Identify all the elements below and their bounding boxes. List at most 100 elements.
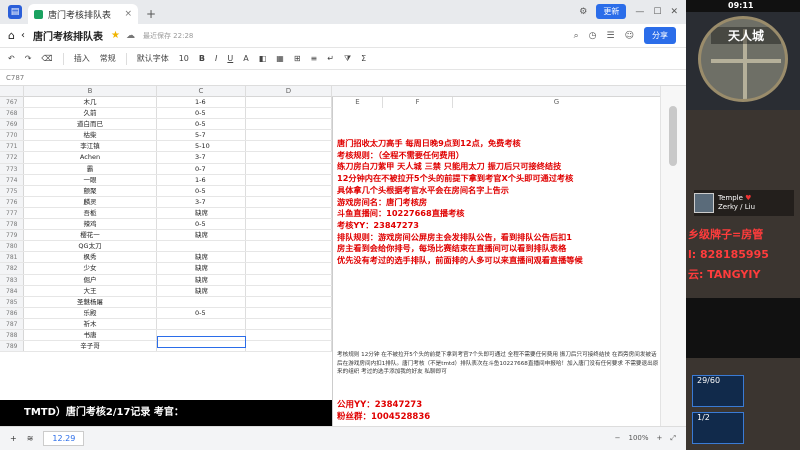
empty-cell[interactable] bbox=[246, 152, 332, 163]
empty-cell[interactable] bbox=[246, 241, 332, 252]
score-cell[interactable]: 缺席 bbox=[157, 285, 246, 296]
row-number[interactable]: 773 bbox=[0, 163, 24, 174]
number-format-select[interactable]: 常规 bbox=[100, 53, 116, 64]
empty-cell[interactable] bbox=[246, 285, 332, 296]
player-name-cell[interactable]: 道白而已 bbox=[24, 119, 157, 130]
player-name-cell[interactable]: 枫秀 bbox=[24, 252, 157, 263]
column-header-g[interactable]: G bbox=[453, 97, 661, 108]
italic-icon[interactable]: I bbox=[215, 54, 217, 63]
empty-cell[interactable] bbox=[246, 274, 332, 285]
score-cell[interactable] bbox=[157, 296, 246, 307]
row-number[interactable]: 787 bbox=[0, 318, 24, 329]
add-sheet-button[interactable]: + bbox=[10, 434, 17, 443]
search-icon[interactable]: ⌕ bbox=[574, 31, 579, 41]
sum-icon[interactable]: Σ bbox=[361, 54, 366, 63]
player-name-cell[interactable]: 书唐 bbox=[24, 329, 157, 341]
cell-reference[interactable]: C787 bbox=[6, 74, 24, 82]
row-number[interactable]: 777 bbox=[0, 207, 24, 219]
close-window-icon[interactable]: ✕ bbox=[670, 7, 678, 17]
player-name-cell[interactable]: 李江镇 bbox=[24, 141, 157, 152]
player-name-cell[interactable]: 枯柴 bbox=[24, 130, 157, 141]
player-name-cell[interactable]: 麟灵 bbox=[24, 196, 157, 207]
column-header-d[interactable]: D bbox=[246, 86, 332, 97]
zoom-level[interactable]: 100% bbox=[629, 434, 649, 443]
row-number[interactable]: 778 bbox=[0, 219, 24, 230]
user-icon[interactable]: ☺ bbox=[625, 31, 634, 41]
player-name-cell[interactable]: 樱花一 bbox=[24, 230, 157, 241]
sheet-tab-active[interactable]: 12.29 bbox=[43, 431, 85, 446]
empty-cell[interactable] bbox=[246, 230, 332, 241]
score-cell[interactable]: 缺席 bbox=[157, 207, 246, 219]
player-name-cell[interactable]: 辛子哥 bbox=[24, 341, 157, 352]
formula-bar[interactable]: C787 bbox=[0, 70, 686, 86]
wrap-icon[interactable]: ↵ bbox=[327, 54, 334, 63]
column-header-b[interactable]: B bbox=[24, 86, 157, 97]
zoom-in-icon[interactable]: + bbox=[657, 434, 663, 443]
row-number[interactable]: 780 bbox=[0, 241, 24, 252]
player-name-cell[interactable]: 祈木 bbox=[24, 318, 157, 329]
empty-cell[interactable] bbox=[246, 141, 332, 152]
column-header-f[interactable]: F bbox=[383, 97, 453, 108]
row-number[interactable]: 783 bbox=[0, 274, 24, 285]
empty-cell[interactable] bbox=[246, 341, 332, 352]
player-name-cell[interactable]: 一眼 bbox=[24, 174, 157, 185]
player-name-cell[interactable]: 倔户 bbox=[24, 274, 157, 285]
clear-format-icon[interactable]: ⌫ bbox=[41, 54, 52, 63]
merge-icon[interactable]: ⊞ bbox=[294, 54, 301, 63]
row-number[interactable]: 775 bbox=[0, 185, 24, 196]
score-cell[interactable]: 1-6 bbox=[157, 174, 246, 185]
document-tab[interactable]: 唐门考核排队表 × bbox=[28, 4, 138, 24]
insert-menu[interactable]: 插入 bbox=[74, 53, 90, 64]
score-cell[interactable]: 5-10 bbox=[157, 141, 246, 152]
font-size-select[interactable]: 10 bbox=[179, 54, 189, 63]
vertical-scrollbar[interactable] bbox=[660, 86, 686, 426]
new-tab-button[interactable]: + bbox=[146, 7, 156, 21]
bold-icon[interactable]: B bbox=[199, 54, 205, 63]
row-number[interactable]: 786 bbox=[0, 307, 24, 318]
score-cell[interactable]: 1-6 bbox=[157, 97, 246, 108]
back-icon[interactable]: ‹ bbox=[21, 30, 25, 41]
history-icon[interactable]: ◷ bbox=[589, 31, 597, 41]
row-number[interactable]: 767 bbox=[0, 97, 24, 108]
border-icon[interactable]: ▦ bbox=[276, 54, 284, 63]
fill-color-icon[interactable]: ◧ bbox=[259, 54, 267, 63]
sheet-list-icon[interactable]: ≋ bbox=[27, 434, 34, 443]
empty-cell[interactable] bbox=[246, 307, 332, 318]
empty-cell[interactable] bbox=[246, 185, 332, 196]
row-number[interactable]: 785 bbox=[0, 296, 24, 307]
row-number[interactable]: 782 bbox=[0, 263, 24, 274]
score-cell[interactable]: 缺席 bbox=[157, 263, 246, 274]
score-cell[interactable]: 0-7 bbox=[157, 163, 246, 174]
player-name-cell[interactable]: 木几 bbox=[24, 97, 157, 108]
empty-cell[interactable] bbox=[246, 318, 332, 329]
empty-cell[interactable] bbox=[246, 108, 332, 119]
home-icon[interactable]: ⌂ bbox=[8, 29, 15, 42]
score-cell[interactable]: 5-7 bbox=[157, 130, 246, 141]
score-cell[interactable]: 3-7 bbox=[157, 152, 246, 163]
share-button[interactable]: 分享 bbox=[644, 27, 676, 44]
row-number[interactable]: 771 bbox=[0, 141, 24, 152]
empty-cell[interactable] bbox=[246, 130, 332, 141]
filter-icon[interactable]: ⧩ bbox=[344, 54, 351, 64]
notice-block[interactable]: E F G 唐门招收太刀高手 每周日晚9点到12点，免费考核 考核规则：（全程不需… bbox=[332, 97, 661, 426]
empty-cell[interactable] bbox=[246, 196, 332, 207]
row-number[interactable]: 772 bbox=[0, 152, 24, 163]
settings-icon[interactable]: ⚙ bbox=[579, 7, 587, 17]
player-name-cell[interactable]: 少女 bbox=[24, 263, 157, 274]
score-cell[interactable]: 缺席 bbox=[157, 230, 246, 241]
scroll-thumb[interactable] bbox=[669, 106, 677, 166]
empty-cell[interactable] bbox=[246, 263, 332, 274]
empty-cell[interactable] bbox=[246, 163, 332, 174]
player-name-cell[interactable]: 圣魅杨屠 bbox=[24, 296, 157, 307]
score-cell[interactable] bbox=[157, 318, 246, 329]
update-button[interactable]: 更新 bbox=[596, 4, 627, 19]
row-number[interactable]: 784 bbox=[0, 285, 24, 296]
column-header-c[interactable]: C bbox=[157, 86, 246, 97]
row-number[interactable]: 776 bbox=[0, 196, 24, 207]
row-number[interactable]: 788 bbox=[0, 329, 24, 341]
empty-cell[interactable] bbox=[246, 119, 332, 130]
comment-icon[interactable]: ☰ bbox=[607, 31, 615, 41]
score-cell[interactable]: 3-7 bbox=[157, 196, 246, 207]
close-tab-icon[interactable]: × bbox=[124, 9, 132, 19]
zoom-out-icon[interactable]: − bbox=[615, 434, 621, 443]
